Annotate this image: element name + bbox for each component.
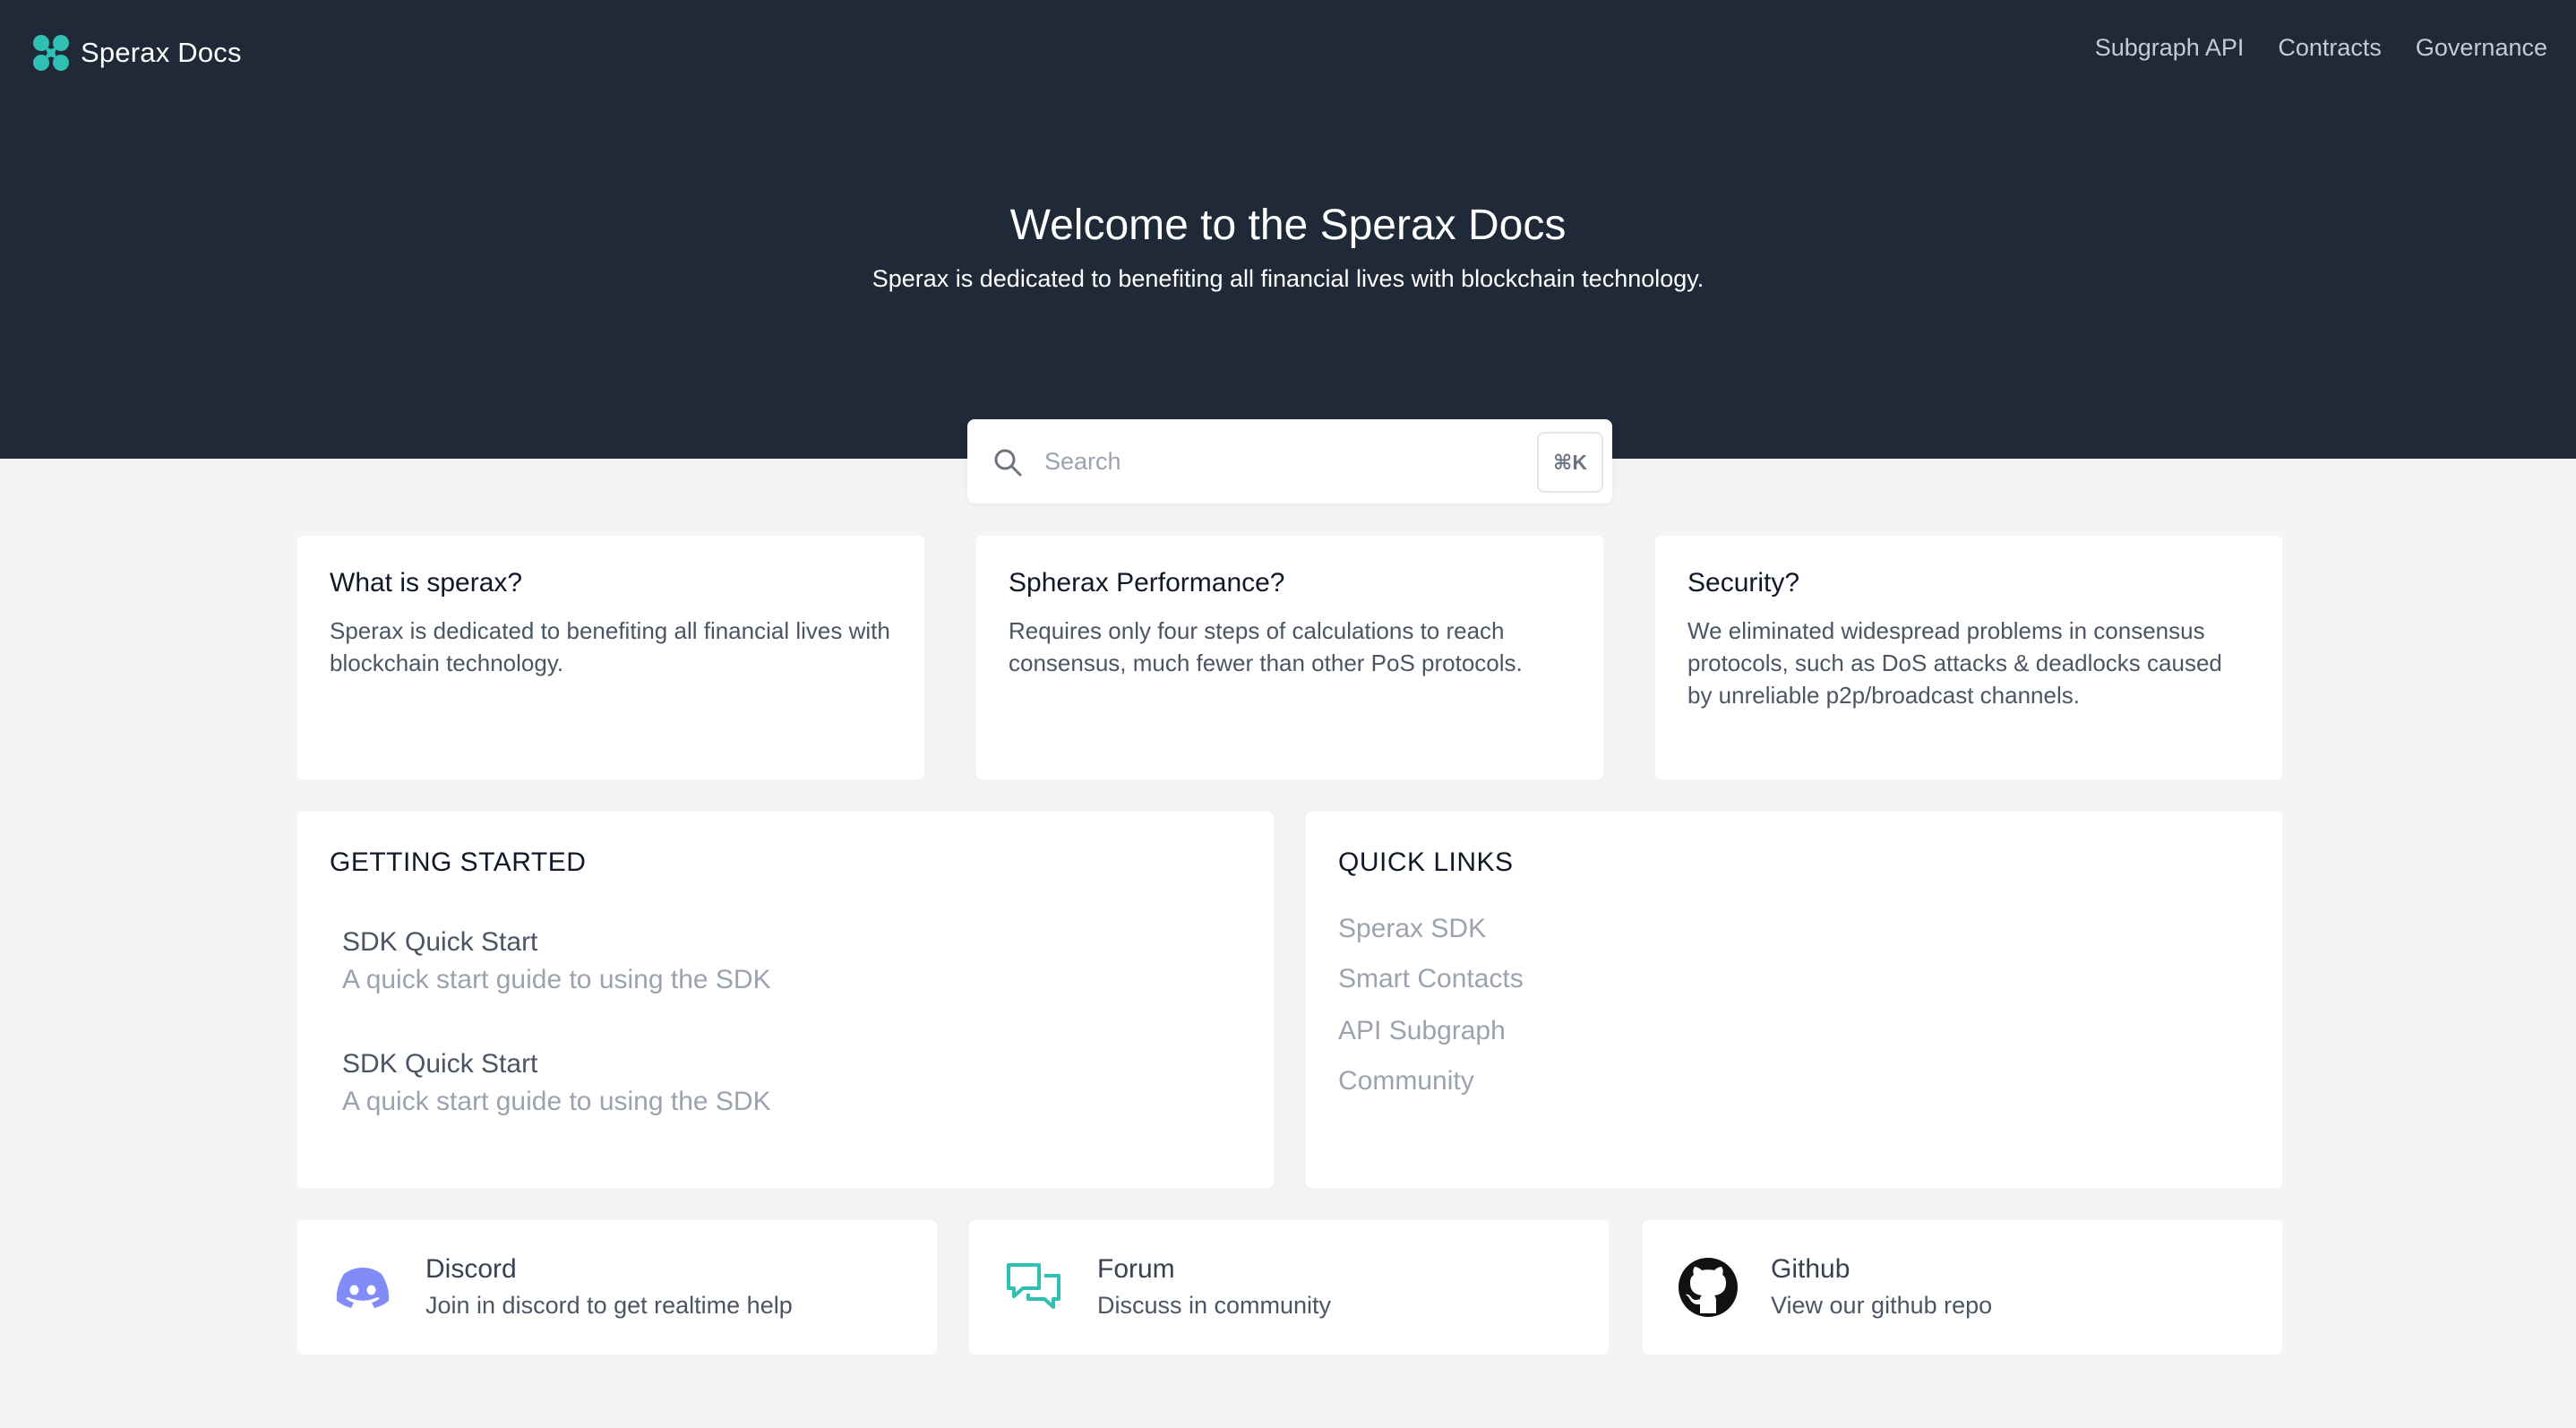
github-card-title: Github	[1771, 1254, 1850, 1284]
page-subtitle: Sperax is dedicated to benefiting all fi…	[872, 265, 1704, 292]
search-shortcut-badge: ⌘K	[1537, 432, 1603, 493]
search-input[interactable]	[1044, 439, 1582, 484]
getting-started-item-title: SDK Quick Start	[342, 927, 538, 957]
quick-link-api-subgraph[interactable]: API Subgraph	[1338, 1016, 1506, 1046]
forum-card-title: Forum	[1097, 1254, 1175, 1284]
discord-card[interactable]: Discord Join in discord to get realtime …	[297, 1220, 937, 1355]
feature-card-what-is-sperax: What is sperax? Sperax is dedicated to b…	[297, 536, 924, 779]
feature-card-title: What is sperax?	[330, 568, 523, 598]
feature-card-security: Security? We eliminated widespread probl…	[1655, 536, 2282, 779]
search-icon	[994, 449, 1022, 477]
forum-icon	[1007, 1263, 1060, 1309]
getting-started-item[interactable]: SDK Quick Start A quick start guide to u…	[342, 1046, 771, 1120]
search-box[interactable]: ⌘K	[967, 419, 1612, 503]
feature-card-text: We eliminated widespread problems in con…	[1687, 617, 2222, 709]
brand-name: Sperax Docs	[81, 37, 242, 68]
getting-started-item-title: SDK Quick Start	[342, 1049, 538, 1079]
nav-link-contracts[interactable]: Contracts	[2278, 34, 2382, 62]
getting-started-title: GETTING STARTED	[330, 847, 587, 877]
discord-icon	[336, 1268, 390, 1308]
docs-page: Sperax Docs Subgraph API Contracts Gover…	[0, 0, 2576, 1428]
getting-started-item[interactable]: SDK Quick Start A quick start guide to u…	[342, 925, 771, 998]
discord-card-title: Discord	[425, 1254, 517, 1284]
brand-link[interactable]: Sperax Docs	[30, 30, 242, 75]
feature-card-performance: Spherax Performance? Requires only four …	[976, 536, 1603, 779]
nav-link-subgraph-api[interactable]: Subgraph API	[2095, 34, 2245, 62]
forum-card[interactable]: Forum Discuss in community	[969, 1220, 1609, 1355]
hero-section: Sperax Docs Subgraph API Contracts Gover…	[0, 0, 2576, 459]
getting-started-item-desc: A quick start guide to using the SDK	[342, 1087, 771, 1116]
getting-started-item-desc: A quick start guide to using the SDK	[342, 965, 771, 994]
discord-card-desc: Join in discord to get realtime help	[425, 1292, 793, 1319]
quick-links-panel: QUICK LINKS Sperax SDK Smart Contacts AP…	[1306, 812, 2282, 1188]
github-icon	[1679, 1258, 1738, 1317]
sperax-logo-icon	[33, 35, 69, 71]
github-card[interactable]: Github View our github repo	[1643, 1220, 2282, 1355]
feature-card-title: Security?	[1687, 568, 1800, 598]
page-title: Welcome to the Sperax Docs	[1009, 202, 1567, 249]
feature-card-title: Spherax Performance?	[1009, 568, 1285, 598]
quick-link-community[interactable]: Community	[1338, 1066, 1474, 1097]
nav-link-governance[interactable]: Governance	[2416, 34, 2547, 62]
top-nav: Subgraph API Contracts Governance	[2095, 34, 2547, 62]
forum-card-desc: Discuss in community	[1097, 1292, 1332, 1319]
quick-link-smart-contacts[interactable]: Smart Contacts	[1338, 964, 1524, 994]
feature-card-text: Sperax is dedicated to benefiting all fi…	[330, 617, 890, 676]
feature-card-text: Requires only four steps of calculations…	[1009, 617, 1523, 676]
quick-link-sperax-sdk[interactable]: Sperax SDK	[1338, 914, 1486, 944]
quick-links-title: QUICK LINKS	[1338, 847, 1514, 877]
github-card-desc: View our github repo	[1771, 1292, 1993, 1319]
getting-started-panel: GETTING STARTED SDK Quick Start A quick …	[297, 812, 1274, 1188]
